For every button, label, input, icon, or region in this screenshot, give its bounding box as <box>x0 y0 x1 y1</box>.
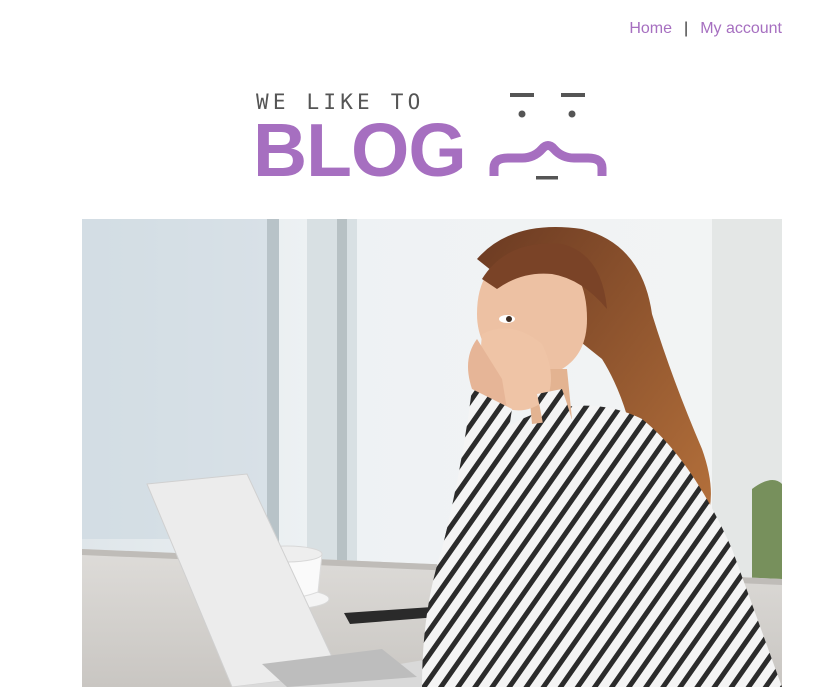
my-account-link[interactable]: My account <box>700 20 782 38</box>
logo-brand-text: BLOG <box>253 108 467 192</box>
hero-image <box>82 219 782 687</box>
smirk-face-icon <box>489 93 607 180</box>
page: Home | My account WE LIKE TO BLOG <box>0 0 824 697</box>
site-logo[interactable]: WE LIKE TO BLOG <box>250 88 615 188</box>
top-navigation: Home | My account <box>629 20 782 38</box>
home-link[interactable]: Home <box>629 20 672 38</box>
nav-separator: | <box>684 20 689 37</box>
